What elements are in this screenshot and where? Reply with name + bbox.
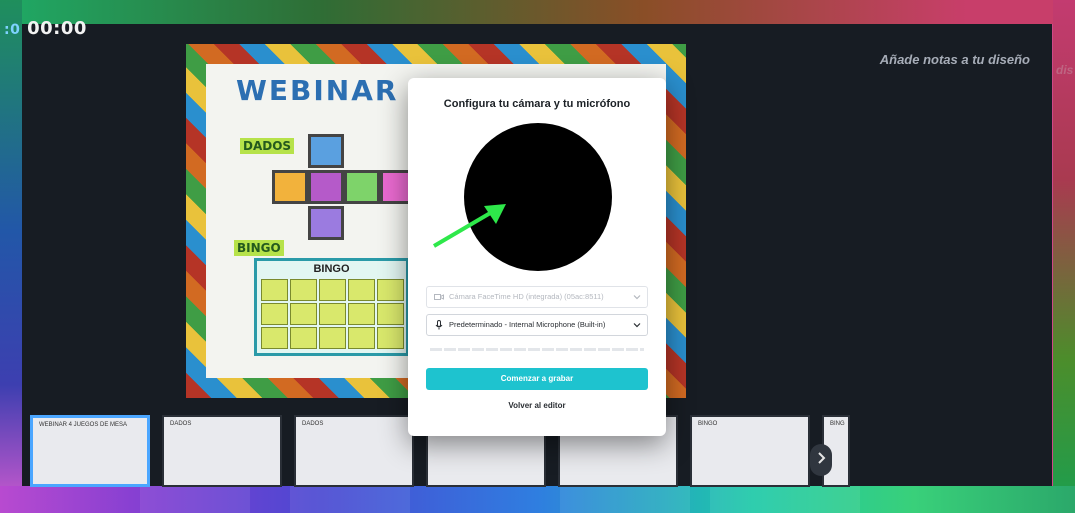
back-to-editor-link[interactable]: Volver al editor <box>408 401 666 410</box>
next-thumbnails-button[interactable] <box>810 444 832 476</box>
bingo-cell <box>377 279 404 301</box>
slide-thumbnail[interactable]: WEBINAR 4 JUEGOS DE MESA <box>30 415 150 487</box>
background-frame-top <box>0 0 1075 24</box>
bingo-card: BINGO <box>254 258 409 356</box>
thumbnail-label: BING <box>830 421 845 427</box>
camera-select[interactable]: Cámara FaceTime HD (integrada) (05ac:851… <box>426 286 648 308</box>
recording-timer: :0 00:00 <box>4 18 87 39</box>
bingo-cell <box>348 279 375 301</box>
background-bottom-band <box>0 486 1075 513</box>
notes-placeholder[interactable]: Añade notas a tu diseño <box>880 52 1030 67</box>
dice-face <box>308 170 344 204</box>
dice-face <box>344 170 380 204</box>
bingo-cell <box>348 327 375 349</box>
bingo-cell <box>319 303 346 325</box>
arrow-annotation-icon <box>432 204 506 248</box>
presentation-stage: :0 00:00 Añade notas a tu diseño WEBINAR… <box>4 18 1052 487</box>
microphone-select[interactable]: Predeterminado - Internal Microphone (Bu… <box>426 314 648 336</box>
start-recording-button[interactable]: Comenzar a grabar <box>426 368 648 390</box>
camera-mic-setup-dialog: Configura tu cámara y tu micrófono Cámar… <box>408 78 666 436</box>
bingo-card-header: BINGO <box>313 263 350 275</box>
bingo-cell <box>290 327 317 349</box>
audio-level-meter <box>430 348 644 351</box>
camera-select-value: Cámara FaceTime HD (integrada) (05ac:851… <box>449 292 604 301</box>
bingo-cell <box>319 327 346 349</box>
bingo-cell <box>377 303 404 325</box>
thumbnail-label: DADOS <box>302 421 324 427</box>
slide-thumbnail[interactable]: DADOS <box>294 415 414 487</box>
bingo-cell <box>290 279 317 301</box>
bingo-grid <box>261 279 404 349</box>
slide-thumbnail[interactable]: DADOS <box>162 415 282 487</box>
ghost-thumb <box>290 486 410 513</box>
thumbnail-label: BINGO <box>698 421 718 427</box>
chevron-right-icon <box>818 452 826 464</box>
thumbnail-label: DADOS <box>170 421 192 427</box>
slide-thumbnail[interactable]: BINGO <box>690 415 810 487</box>
bingo-cell <box>377 327 404 349</box>
timer-value: 00:00 <box>27 18 87 39</box>
bingo-cell <box>261 327 288 349</box>
ghost-thumb <box>560 486 690 513</box>
background-frame-left <box>0 0 22 513</box>
dice-label: DADOS <box>240 138 295 154</box>
microphone-icon <box>435 320 443 330</box>
dice-face <box>308 134 344 168</box>
thumbnail-label: WEBINAR 4 JUEGOS DE MESA <box>39 422 128 428</box>
dice-face <box>308 206 344 240</box>
ghost-thumb <box>140 486 250 513</box>
chevron-down-icon <box>633 295 641 300</box>
bingo-label: BINGO <box>234 240 284 256</box>
dialog-title: Configura tu cámara y tu micrófono <box>443 98 631 110</box>
dice-face <box>272 170 308 204</box>
timer-ghost: :0 <box>4 22 21 38</box>
video-camera-icon <box>434 294 444 300</box>
bingo-cell <box>261 303 288 325</box>
bingo-cell <box>348 303 375 325</box>
ghost-thumb <box>710 486 860 513</box>
notes-ghost-text: dis <box>1056 63 1074 77</box>
microphone-select-value: Predeterminado - Internal Microphone (Bu… <box>449 320 606 329</box>
chevron-down-icon <box>633 323 641 328</box>
bingo-cell <box>290 303 317 325</box>
bingo-cell <box>261 279 288 301</box>
bingo-cell <box>319 279 346 301</box>
